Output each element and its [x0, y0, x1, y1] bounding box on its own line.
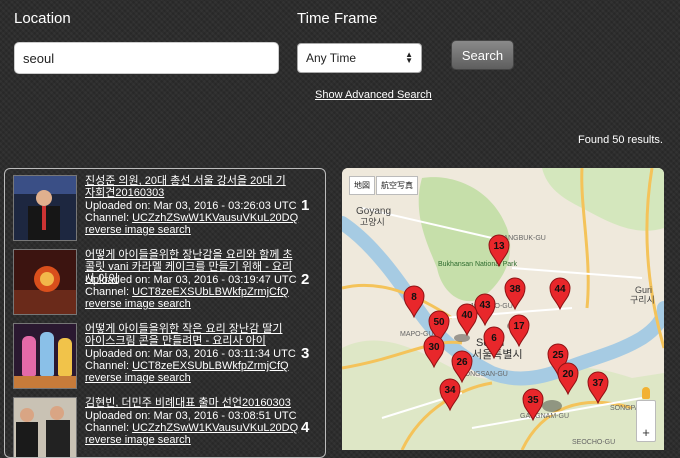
- marker-label: 26: [456, 357, 468, 368]
- upload-date: Uploaded on: Mar 03, 2016 - 03:19:47 UTC: [85, 274, 297, 286]
- video-title-link[interactable]: 어떻게 아이들을위한 작은 요리 장난감 딸기 아이스크림 콘을 만들려면 - …: [85, 323, 295, 347]
- reverse-image-search-link[interactable]: reverse image search: [85, 224, 305, 236]
- channel-label: Channel:: [85, 422, 133, 434]
- map-type-satellite-button[interactable]: 航空写真: [376, 176, 418, 195]
- map-label: MAPO-GU: [400, 331, 433, 338]
- location-label: Location: [14, 10, 71, 27]
- list-item: 어떻게 아이들을위한 장난감을 요리와 함께 초콜릿 vani 카라멜 케이크를…: [13, 249, 325, 323]
- map-label: 고양시: [360, 217, 385, 227]
- timeframe-value: Any Time: [306, 51, 357, 65]
- location-input[interactable]: seoul: [14, 42, 279, 74]
- reverse-image-search-link[interactable]: reverse image search: [85, 298, 305, 310]
- timeframe-select[interactable]: Any Time ▲ ▼: [297, 43, 422, 73]
- list-item: 김현빈, 더민주 비례대표 출마 선언20160303 Uploaded on:…: [13, 397, 325, 457]
- map-canvas[interactable]: Goyang 고양시 Bukhansan National Park Seoul…: [342, 168, 664, 450]
- list-item: 진성준 의원, 20대 총선 서울 강서을 20대 기자회견20160303 U…: [13, 175, 325, 249]
- channel-link[interactable]: UCT8zeEXSUbLBWkfpZrmjCfQ: [132, 286, 288, 298]
- video-title-link[interactable]: 진성준 의원, 20대 총선 서울 강서을 20대 기자회견20160303: [85, 175, 295, 199]
- advanced-search-link[interactable]: Show Advanced Search: [315, 89, 432, 101]
- marker-shadow: [454, 334, 470, 342]
- result-number: 3: [301, 345, 310, 362]
- channel-label: Channel:: [85, 212, 133, 224]
- pegman-icon[interactable]: [642, 387, 650, 399]
- reverse-image-search-link[interactable]: reverse image search: [85, 434, 305, 446]
- video-thumbnail[interactable]: [13, 249, 77, 315]
- channel-link[interactable]: UCZzhZSwW1KVausuVKuL20DQ: [132, 212, 298, 224]
- marker-label: 43: [479, 300, 491, 311]
- video-thumbnail[interactable]: [13, 323, 77, 389]
- result-number: 1: [301, 197, 310, 214]
- upload-date: Uploaded on: Mar 03, 2016 - 03:08:51 UTC: [85, 410, 297, 422]
- map-type-map-button[interactable]: 地図: [349, 176, 375, 195]
- marker-label: 50: [433, 317, 445, 328]
- marker-shadow: [542, 400, 562, 412]
- video-thumbnail[interactable]: [13, 175, 77, 241]
- list-item: 어떻게 아이들을위한 작은 요리 장난감 딸기 아이스크림 콘을 만들려면 - …: [13, 323, 325, 397]
- upload-date: Uploaded on: Mar 03, 2016 - 03:11:34 UTC: [85, 348, 296, 360]
- results-map[interactable]: Goyang 고양시 Bukhansan National Park Seoul…: [342, 168, 664, 450]
- select-caret-icon: ▲ ▼: [405, 50, 413, 65]
- upload-date: Uploaded on: Mar 03, 2016 - 03:26:03 UTC: [85, 200, 297, 212]
- marker-label: 13: [493, 241, 505, 252]
- map-label: Guri: [635, 285, 652, 295]
- map-label: GANGNAM-GU: [520, 413, 569, 420]
- marker-label: 37: [592, 378, 604, 389]
- channel-label: Channel:: [85, 360, 133, 372]
- map-label: 구리시: [630, 295, 655, 305]
- marker-label: 34: [444, 385, 456, 396]
- channel-line: Channel: UCZzhZSwW1KVausuVKuL20DQ: [85, 422, 305, 434]
- results-list[interactable]: 진성준 의원, 20대 총선 서울 강서을 20대 기자회견20160303 U…: [4, 168, 326, 458]
- video-thumbnail[interactable]: [13, 397, 77, 457]
- map-zoom-control: +: [636, 387, 656, 442]
- channel-label: Channel:: [85, 286, 133, 298]
- map-label: SEOCHO-GU: [572, 439, 615, 446]
- marker-label: 8: [411, 292, 417, 303]
- marker-label: 30: [428, 342, 440, 353]
- marker-label: 35: [527, 395, 539, 406]
- result-number: 2: [301, 271, 310, 288]
- video-title-link[interactable]: 김현빈, 더민주 비례대표 출마 선언20160303: [85, 397, 295, 409]
- marker-label: 20: [562, 369, 574, 380]
- channel-line: Channel: UCT8zeEXSUbLBWkfpZrmjCfQ: [85, 286, 305, 298]
- reverse-image-search-link[interactable]: reverse image search: [85, 372, 305, 384]
- marker-label: 40: [461, 310, 473, 321]
- zoom-in-button[interactable]: +: [637, 425, 655, 440]
- channel-link[interactable]: UCT8zeEXSUbLBWkfpZrmjCfQ: [132, 360, 288, 372]
- marker-label: 17: [513, 321, 525, 332]
- channel-line: Channel: UCZzhZSwW1KVausuVKuL20DQ: [85, 212, 305, 224]
- timeframe-label: Time Frame: [297, 10, 378, 27]
- results-count: Found 50 results.: [578, 134, 663, 146]
- channel-link[interactable]: UCZzhZSwW1KVausuVKuL20DQ: [132, 422, 298, 434]
- channel-line: Channel: UCT8zeEXSUbLBWkfpZrmjCfQ: [85, 360, 305, 372]
- marker-label: 6: [491, 333, 497, 344]
- marker-label: 44: [554, 284, 566, 295]
- map-label: Bukhansan National Park: [438, 261, 517, 268]
- marker-label: 25: [552, 350, 564, 361]
- map-label: Goyang: [356, 206, 391, 217]
- marker-label: 38: [509, 284, 521, 295]
- search-button[interactable]: Search: [451, 40, 514, 70]
- result-number: 4: [301, 419, 310, 436]
